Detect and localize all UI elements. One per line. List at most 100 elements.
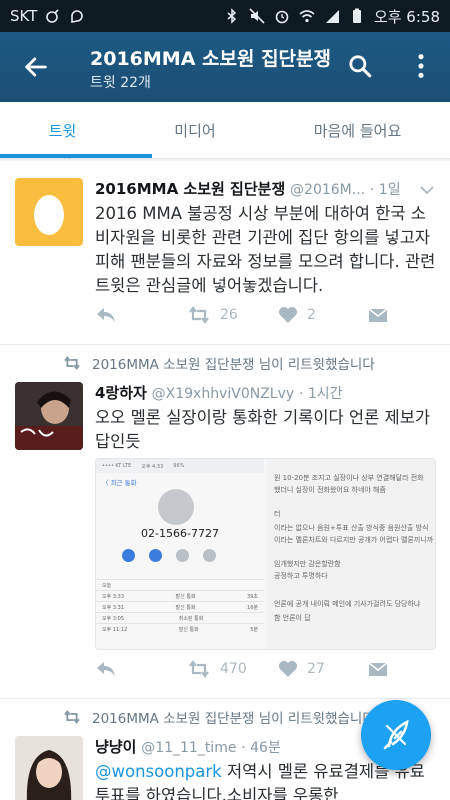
- tweet-actions: 470 27: [95, 660, 425, 684]
- call-button-icon: [149, 549, 162, 562]
- phone-time: 오후 4:33: [141, 463, 164, 470]
- call-type: 발신 통화: [175, 605, 196, 611]
- phone-carrier: •••• KT LTE: [102, 463, 132, 469]
- retweeted-by: 2016MMA 소보원 집단분쟁 님이 리트윗했습니다: [62, 707, 375, 727]
- like-button[interactable]: 2: [278, 306, 316, 324]
- avatar-photo: [15, 382, 83, 450]
- retweet-button[interactable]: 26: [187, 306, 238, 324]
- divider: [0, 344, 450, 345]
- tab-tweets[interactable]: 트윗: [0, 102, 125, 158]
- memo-line: 이라는 멜론차트와 다르지만 공개가 어렵다 멜론끼니까: [274, 536, 434, 544]
- memo-line: 임개했지만 감은할란함: [274, 560, 341, 568]
- tab-media[interactable]: 미디어: [125, 102, 265, 158]
- clock: 오후 6:58: [373, 7, 440, 26]
- envelope-icon: [368, 662, 388, 676]
- retweet-small-icon: [64, 710, 80, 724]
- avatar-user[interactable]: [15, 736, 83, 800]
- handle[interactable]: @X19xhhviV0NZLvy: [152, 386, 295, 402]
- message-icon: [71, 10, 84, 23]
- call-duration: 5분: [250, 627, 258, 633]
- call-log-section: 오늘: [96, 579, 264, 590]
- search-icon[interactable]: [347, 53, 373, 79]
- phone-status-bar: •••• KT LTE 오후 4:33 96%: [96, 459, 264, 473]
- call-time: 오후 3:05: [102, 616, 125, 622]
- timestamp: · 46분: [241, 740, 281, 756]
- message-button-icon: [122, 549, 135, 562]
- call-log-row: 오후 3:05 취소된 통화: [96, 612, 264, 623]
- battery-icon: [352, 8, 361, 23]
- handle[interactable]: @2016M...: [290, 182, 365, 198]
- memo-line: 언론에 공개 내이뤄 메인에 기사가걸려도 당당하냐: [274, 600, 421, 608]
- call-time: 오후 3:33: [102, 594, 125, 600]
- contact-avatar-icon: [158, 489, 194, 525]
- handle[interactable]: @11_11_time: [141, 740, 236, 756]
- retweeted-by-label[interactable]: 2016MMA 소보원 집단분쟁 님이 리트윗했습니다: [92, 707, 375, 727]
- tweet-header: 4랑하자 @X19xhhviV0NZLvy · 1시간: [95, 382, 415, 403]
- divider: [0, 698, 450, 699]
- tweet-count: 트윗 22개: [90, 75, 151, 91]
- tab-bar: 트윗 미디어 마음에 들어요: [0, 102, 450, 158]
- mute-icon: [249, 8, 265, 24]
- phone-screenshot-image[interactable]: •••• KT LTE 오후 4:33 96% 〈 최근 통화 02-1566-…: [96, 459, 264, 649]
- display-name[interactable]: 2016MMA 소보원 집단분쟁: [95, 180, 285, 198]
- more-vert-icon[interactable]: [414, 52, 428, 80]
- memo-line: 원 10-20분 조지고 실장이나 상부 연결해달라 전화: [274, 474, 424, 482]
- memo-screenshot-image[interactable]: 원 10-20분 조지고 실장이나 상부 연결해달라 전화 했더니 실장이 전화…: [266, 459, 435, 649]
- timestamp: · 1시간: [298, 386, 343, 402]
- tweet-text: 오오 멜론 실장이랑 통화한 기록이다 언론 제보가 답인듯: [95, 408, 431, 451]
- reply-button[interactable]: [95, 306, 117, 324]
- like-count: 27: [307, 661, 325, 677]
- tweet-text: 2016 MMA 불공정 시상 부분에 대하여 한국 소비자원을 비롯한 관련 …: [95, 204, 436, 295]
- retweet-count: 26: [220, 307, 238, 323]
- retweet-small-icon: [64, 356, 80, 370]
- display-name[interactable]: 4랑하자: [95, 384, 147, 402]
- display-name[interactable]: 냥냥이: [95, 738, 136, 756]
- avatar-egg[interactable]: [15, 178, 83, 246]
- phone-action-buttons: [122, 549, 216, 562]
- call-type: 발신 통화: [175, 594, 196, 600]
- phone-number: 02-1566-7727: [141, 527, 219, 540]
- call-log: 오늘 오후 3:33 발신 통화 39초 오후 3:31 발신 통화 16분 오후 3:…: [96, 579, 264, 634]
- phone-battery: 96%: [173, 463, 185, 469]
- tweet-media[interactable]: •••• KT LTE 오후 4:33 96% 〈 최근 통화 02-1566-…: [95, 458, 436, 650]
- reply-icon: [97, 308, 115, 322]
- odin-icon: [46, 9, 59, 23]
- like-button[interactable]: 27: [278, 660, 325, 678]
- retweet-count: 470: [220, 661, 247, 677]
- retweet-button[interactable]: 470: [187, 660, 247, 678]
- phone-back-label: 〈 최근 통화: [102, 479, 137, 487]
- reply-button[interactable]: [95, 660, 117, 678]
- heart-icon: [279, 661, 297, 677]
- page-title: 2016MMA 소보원 집단분쟁: [90, 48, 331, 70]
- app-bar: 2016MMA 소보원 집단분쟁 트윗 22개: [0, 32, 450, 102]
- avatar-photo: [15, 736, 83, 800]
- retweeted-by: 2016MMA 소보원 집단분쟁 님이 리트윗했습니다: [62, 353, 375, 373]
- memo-line: 함 언론이 답: [274, 614, 311, 622]
- tab-likes[interactable]: 마음에 들어요: [265, 102, 450, 158]
- reply-icon: [97, 662, 115, 676]
- chevron-down-icon[interactable]: [420, 185, 434, 195]
- tab-shadow: [0, 158, 450, 162]
- call-time: 오후 3:31: [102, 605, 125, 611]
- tweet-actions: 26 2: [95, 306, 425, 330]
- tweet-header: 2016MMA 소보원 집단분쟁 @2016M... · 1일: [95, 178, 415, 199]
- compose-tweet-button[interactable]: [361, 700, 431, 770]
- call-log-row: 오후 3:33 발신 통화 39초: [96, 590, 264, 601]
- envelope-icon: [368, 308, 388, 322]
- memo-line: 이라는 없으나 음원+투표 산출 방식중 음원산출 방식: [274, 524, 429, 532]
- egg-icon: [34, 195, 64, 235]
- mention-link[interactable]: @wonsoonpark: [95, 762, 222, 781]
- call-type: 발신 통화: [178, 627, 199, 633]
- carrier-label: SKT: [10, 7, 38, 25]
- retweeted-by-label[interactable]: 2016MMA 소보원 집단분쟁 님이 리트윗했습니다: [92, 353, 375, 373]
- call-type: 취소된 통화: [178, 616, 204, 622]
- dm-button[interactable]: [368, 306, 388, 324]
- dm-button[interactable]: [368, 660, 388, 678]
- wifi-icon: [299, 10, 315, 23]
- avatar-user[interactable]: [15, 382, 83, 450]
- call-duration: 39초: [247, 594, 258, 600]
- back-arrow-icon[interactable]: [22, 53, 50, 81]
- signal-icon: [325, 10, 339, 23]
- alarm-icon: [275, 10, 289, 24]
- timestamp: · 1일: [369, 182, 401, 198]
